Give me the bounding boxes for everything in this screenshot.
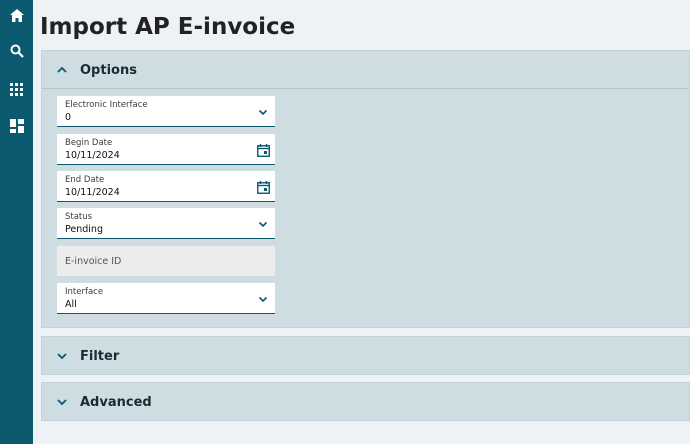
search-icon — [10, 44, 24, 58]
chevron-down-icon — [256, 292, 270, 306]
dashboard-button[interactable] — [0, 111, 33, 141]
einvoice-id-input[interactable]: E-invoice ID — [57, 246, 275, 276]
electronic-interface-value: 0 — [65, 112, 72, 123]
electronic-interface-select[interactable]: Electronic Interface 0 — [57, 96, 275, 127]
calendar-icon[interactable] — [256, 180, 270, 194]
status-value: Pending — [65, 224, 103, 235]
chevron-up-icon — [57, 66, 67, 73]
calendar-icon[interactable] — [256, 143, 270, 157]
advanced-header[interactable]: Advanced — [42, 383, 689, 421]
page-title: Import AP E-invoice — [40, 14, 296, 40]
options-section: Options Electronic Interface 0 Begin Dat… — [41, 50, 690, 328]
options-divider — [42, 88, 689, 89]
search-button[interactable] — [0, 36, 33, 66]
chevron-down-icon — [57, 399, 67, 406]
electronic-interface-label: Electronic Interface — [65, 100, 148, 110]
interface-label: Interface — [65, 287, 104, 297]
main-content: Import AP E-invoice Options Electronic I… — [33, 0, 690, 444]
end-date-field[interactable]: End Date 10/11/2024 — [57, 171, 275, 202]
filter-title: Filter — [80, 348, 120, 364]
einvoice-id-placeholder: E-invoice ID — [65, 256, 122, 267]
interface-value: All — [65, 299, 77, 310]
interface-select[interactable]: Interface All — [57, 283, 275, 314]
sidebar — [0, 0, 33, 444]
begin-date-field[interactable]: Begin Date 10/11/2024 — [57, 134, 275, 165]
chevron-down-icon — [57, 353, 67, 360]
home-button[interactable] — [0, 0, 33, 30]
options-title: Options — [80, 62, 137, 78]
chevron-down-icon — [256, 105, 270, 119]
dashboard-icon — [9, 119, 24, 133]
filter-section: Filter — [41, 336, 690, 375]
apps-button[interactable] — [0, 74, 33, 104]
end-date-value: 10/11/2024 — [65, 187, 120, 198]
begin-date-label: Begin Date — [65, 138, 113, 148]
advanced-title: Advanced — [80, 394, 152, 410]
filter-header[interactable]: Filter — [42, 337, 689, 375]
chevron-down-icon — [256, 217, 270, 231]
advanced-section: Advanced — [41, 382, 690, 421]
status-select[interactable]: Status Pending — [57, 208, 275, 239]
home-icon — [9, 8, 24, 22]
options-header[interactable]: Options — [42, 51, 689, 89]
end-date-label: End Date — [65, 175, 105, 185]
apps-grid-icon — [10, 82, 23, 96]
status-label: Status — [65, 212, 93, 222]
begin-date-value: 10/11/2024 — [65, 150, 120, 161]
